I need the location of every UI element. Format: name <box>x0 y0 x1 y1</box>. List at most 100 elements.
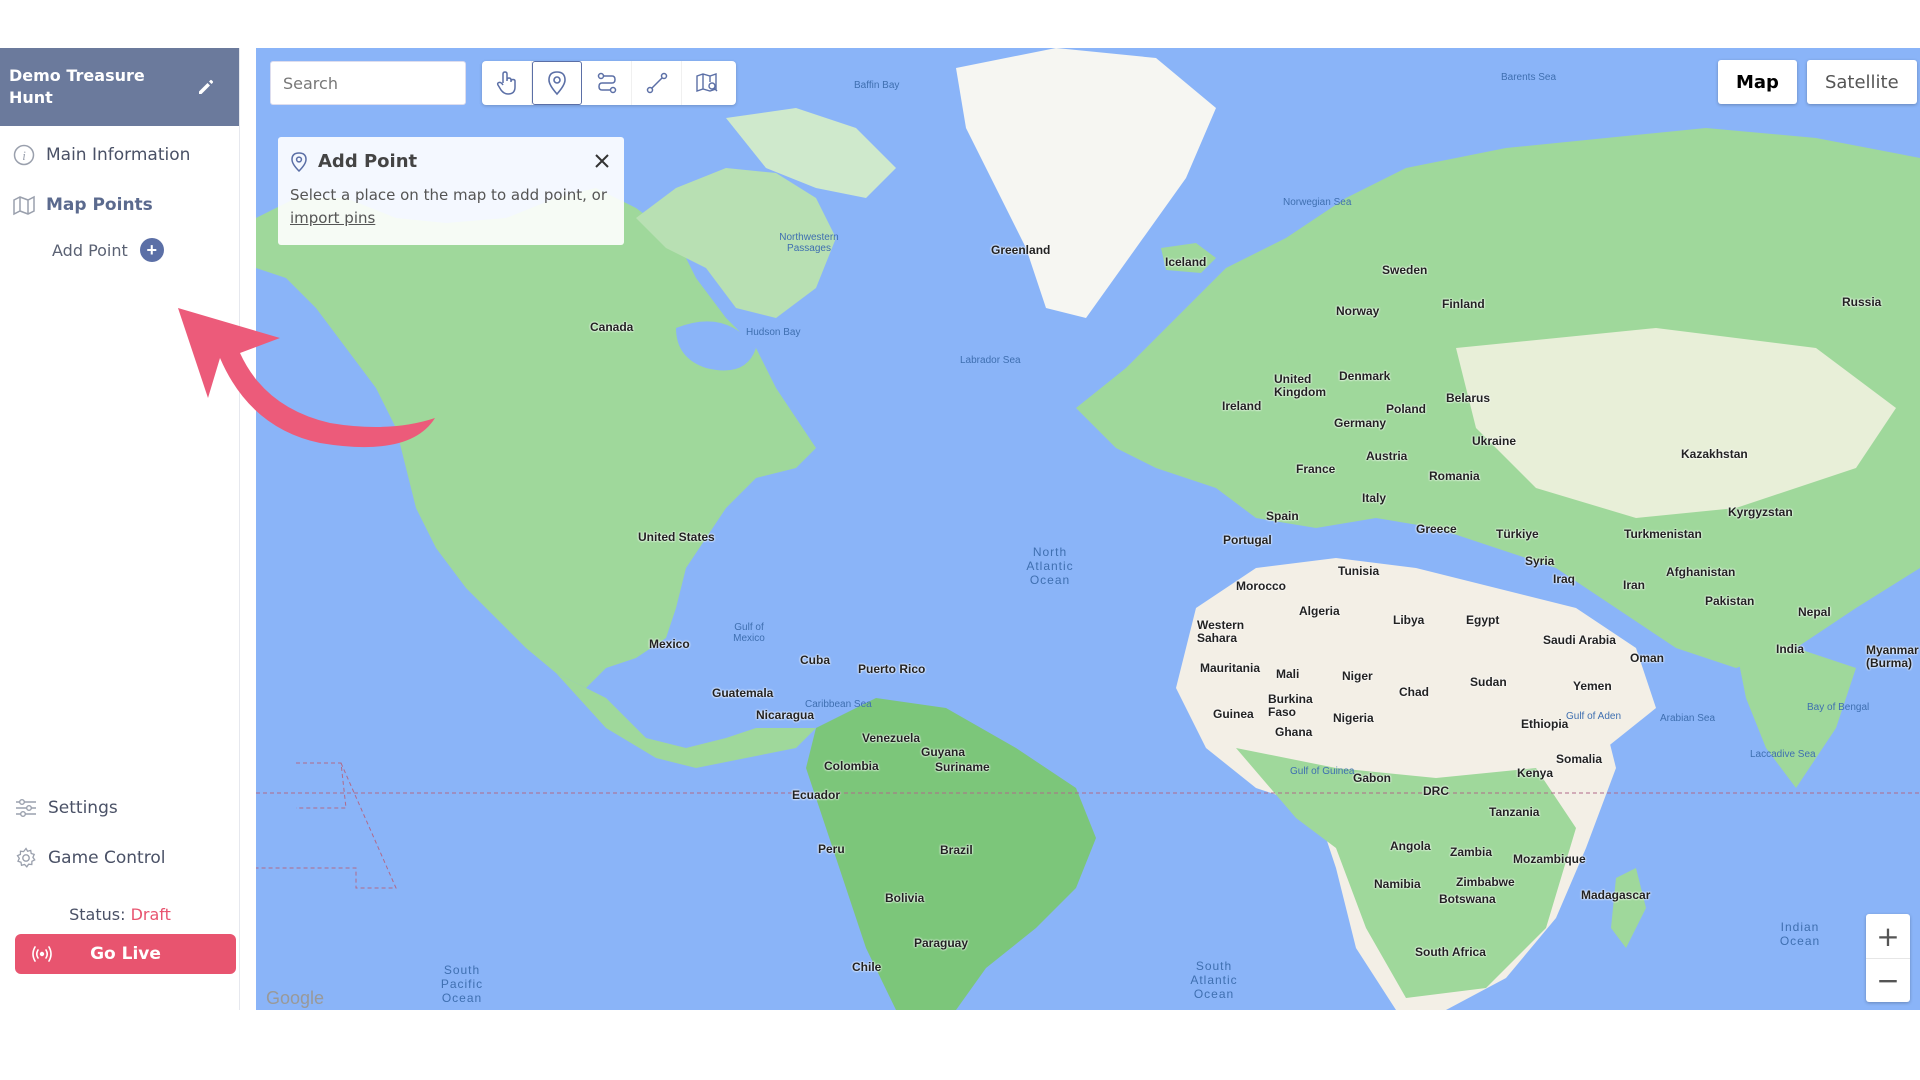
map-label-iraq: Iraq <box>1553 572 1576 586</box>
map-label-somalia: Somalia <box>1556 752 1603 766</box>
map-label-canada: Canada <box>590 320 634 334</box>
map-label-caribbean: Caribbean Sea <box>805 699 872 710</box>
map-label-yemen: Yemen <box>1573 679 1612 693</box>
map-label-italy: Italy <box>1362 491 1387 505</box>
map-label-algeria: Algeria <box>1299 604 1340 618</box>
map-label-austria: Austria <box>1366 449 1408 463</box>
map-label-angola: Angola <box>1390 839 1431 853</box>
go-live-button[interactable]: Go Live <box>15 934 236 974</box>
sidebar-item-game-control[interactable]: Game Control <box>0 833 240 883</box>
sidebar-item-label: Map Points <box>46 195 153 215</box>
status-label: Status: <box>69 905 126 924</box>
map-label-mali: Mali <box>1276 667 1300 681</box>
map-label-turkiye: Türkiye <box>1496 527 1539 541</box>
map-type-satellite-button[interactable]: Satellite <box>1806 60 1917 104</box>
map-label-romania: Romania <box>1429 469 1480 483</box>
app-window: Demo Treasure Hunt i Main Information Ma… <box>0 48 1920 1010</box>
sidebar-item-map-points[interactable]: Map Points <box>0 180 239 230</box>
map-label-ukraine: Ukraine <box>1472 434 1517 448</box>
map-label-sudan: Sudan <box>1470 675 1507 689</box>
edit-project-button[interactable] <box>191 72 221 102</box>
map-label-nicaragua: Nicaragua <box>756 708 815 722</box>
map-label-portugal: Portugal <box>1223 533 1272 547</box>
add-point-button[interactable]: Add Point + <box>0 230 239 270</box>
map-label-barents-sea: Barents Sea <box>1501 72 1557 83</box>
map-label-mozambique: Mozambique <box>1513 852 1586 866</box>
map-label-finland: Finland <box>1442 297 1485 311</box>
sidebar: Demo Treasure Hunt i Main Information Ma… <box>0 48 240 1010</box>
map-label-tanzania: Tanzania <box>1489 805 1540 819</box>
map-label-south-atlantic: South Atlantic Ocean <box>1190 959 1238 1001</box>
map-label-suriname: Suriname <box>935 760 990 774</box>
map-label-mauritania: Mauritania <box>1200 661 1261 675</box>
sidebar-item-main-information[interactable]: i Main Information <box>0 130 239 180</box>
map-label-paraguay: Paraguay <box>914 936 969 950</box>
map-label-western-sahara: Western Sahara <box>1197 618 1245 645</box>
gear-icon <box>14 846 38 870</box>
map-label-united-states: United States <box>638 530 715 544</box>
sidebar-item-label: Game Control <box>48 848 166 868</box>
map-label-guyana: Guyana <box>921 745 966 759</box>
map-label-nw-passages: Northwestern Passages <box>779 232 839 254</box>
map-label-puerto-rico: Puerto Rico <box>858 662 926 676</box>
map-label-denmark: Denmark <box>1339 369 1391 383</box>
map-label-namibia: Namibia <box>1374 877 1421 891</box>
zoom-control: + − <box>1866 914 1910 1002</box>
hand-tool-button[interactable] <box>482 61 532 105</box>
map-label-germany: Germany <box>1334 416 1387 430</box>
map-label-guatemala: Guatemala <box>712 686 774 700</box>
add-point-panel-text: Select a place on the map to add point, … <box>290 184 612 230</box>
project-header: Demo Treasure Hunt <box>0 48 239 126</box>
zoom-in-button[interactable]: + <box>1866 914 1910 958</box>
svg-text:i: i <box>22 148 26 163</box>
route-tool-button[interactable] <box>582 61 632 105</box>
map-label-syria: Syria <box>1525 554 1555 568</box>
map-pin-icon <box>548 71 566 96</box>
map-label-guinea: Guinea <box>1213 707 1254 721</box>
close-icon <box>595 154 609 168</box>
map-label-nigeria: Nigeria <box>1333 711 1374 725</box>
map-search-icon <box>696 73 718 92</box>
map-label-ireland: Ireland <box>1222 399 1262 413</box>
sidebar-item-settings[interactable]: Settings <box>0 783 240 833</box>
map-label-laccadive: Laccadive Sea <box>1750 749 1816 760</box>
map-label-norway: Norway <box>1336 304 1380 318</box>
map-label-oman: Oman <box>1630 651 1665 665</box>
map-label-zimbabwe: Zimbabwe <box>1456 875 1515 889</box>
map-type-map-button[interactable]: Map <box>1718 60 1797 104</box>
map-label-spain: Spain <box>1266 509 1299 523</box>
broadcast-icon <box>32 946 52 962</box>
map-label-morocco: Morocco <box>1236 579 1287 593</box>
add-point-panel-header: Add Point <box>290 151 612 172</box>
pin-tool-button[interactable] <box>532 61 582 105</box>
map-label-india: India <box>1776 642 1805 656</box>
map-label-egypt: Egypt <box>1466 613 1500 627</box>
map-label-norwegian-sea: Norwegian Sea <box>1283 197 1352 208</box>
map-label-madagascar: Madagascar <box>1581 888 1651 902</box>
close-button[interactable] <box>592 151 612 171</box>
import-pins-link[interactable]: import pins <box>290 209 375 227</box>
map-label-indian-ocean: Indian Ocean <box>1779 920 1821 948</box>
map-label-zambia: Zambia <box>1450 845 1493 859</box>
map-label-france: France <box>1296 462 1336 476</box>
map-toolbar <box>482 61 736 105</box>
map-label-chad: Chad <box>1399 685 1429 699</box>
map-label-afghanistan: Afghanistan <box>1666 565 1736 579</box>
map-label-kazakhstan: Kazakhstan <box>1681 447 1748 461</box>
search-input[interactable] <box>270 61 466 105</box>
map-label-greece: Greece <box>1416 522 1457 536</box>
map-label-belarus: Belarus <box>1446 391 1491 405</box>
zoom-out-button[interactable]: − <box>1866 958 1910 1002</box>
path-tool-button[interactable] <box>632 61 682 105</box>
map-view-tool-button[interactable] <box>682 61 732 105</box>
map-label-gulf-aden: Gulf of Aden <box>1566 711 1622 722</box>
map-label-russia: Russia <box>1842 295 1882 309</box>
map-label-hudson-bay: Hudson Bay <box>746 327 801 338</box>
pencil-icon <box>199 79 214 94</box>
map-label-libya: Libya <box>1393 613 1425 627</box>
map-label-ecuador: Ecuador <box>792 788 841 802</box>
map-label-sweden: Sweden <box>1382 263 1428 277</box>
map-label-nepal: Nepal <box>1798 605 1831 619</box>
map-canvas[interactable]: Greenland Iceland Canada United States M… <box>256 48 1920 1010</box>
sidebar-item-label: Main Information <box>46 145 191 165</box>
